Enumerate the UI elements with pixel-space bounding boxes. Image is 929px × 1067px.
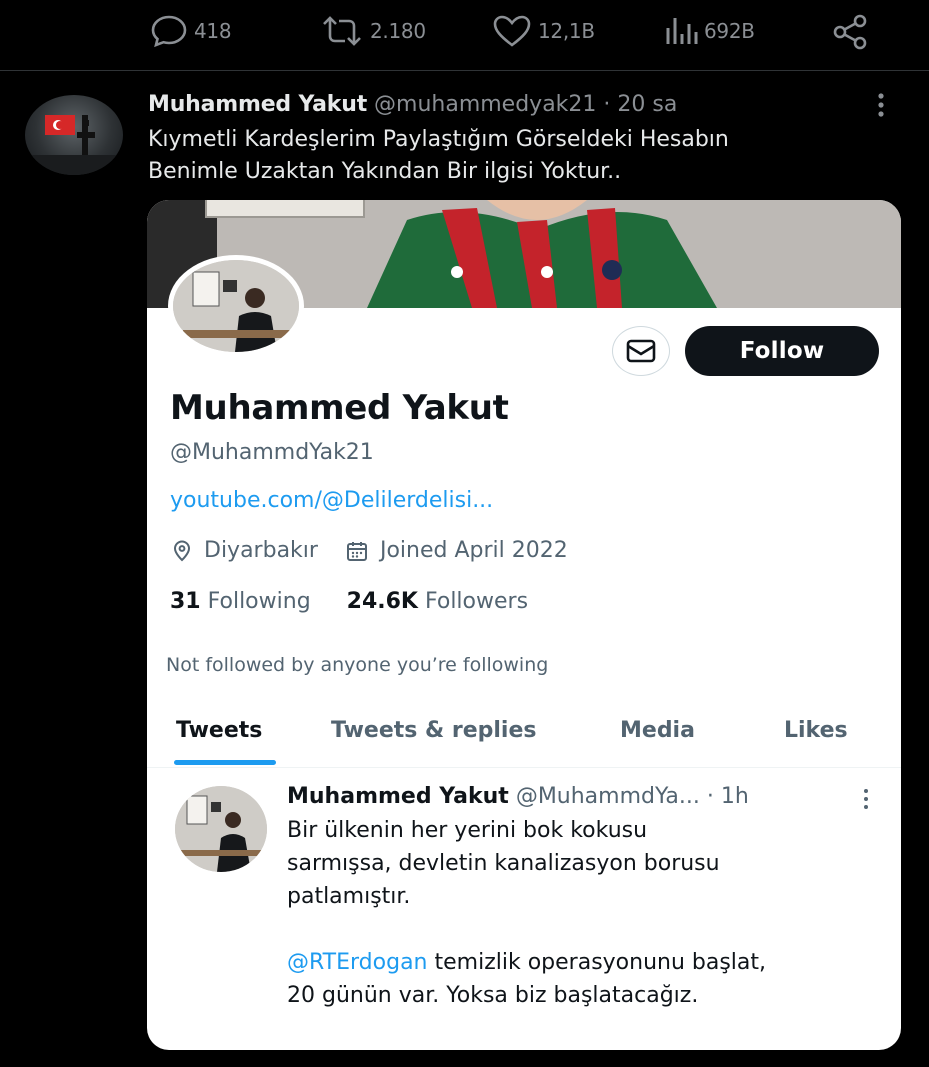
tweet-text-line: Bir ülkenin her yerini bok kokusu: [287, 818, 648, 843]
reply-button[interactable]: 418: [150, 14, 232, 48]
tweet-text: Kıymetli Kardeşlerim Paylaştığım Görseld…: [148, 124, 888, 188]
views-icon: [666, 18, 698, 44]
more-vertical-icon: [878, 93, 884, 117]
tweet-text-line: Kıymetli Kardeşlerim Paylaştığım Görseld…: [148, 127, 729, 152]
author-name[interactable]: Muhammed Yakut: [287, 784, 509, 809]
tweet-text-line: 20 günün var. Yoksa biz başlatacağız.: [287, 983, 699, 1008]
tweet-text-line: sarmışsa, devletin kanalizasyon borusu: [287, 851, 720, 876]
tweet-text-line: patlamıştır.: [287, 884, 411, 909]
calendar-icon: [346, 540, 368, 562]
tweet-text-line: @RTErdogan temizlik operasyonunu başlat,: [287, 946, 887, 979]
retweet-button[interactable]: 2.180: [320, 14, 426, 48]
share-icon: [833, 14, 867, 50]
tab-tweets[interactable]: Tweets: [176, 718, 262, 743]
tweet-time[interactable]: · 20 sa: [603, 92, 677, 117]
tweet-time[interactable]: · 1h: [707, 784, 749, 809]
author-handle[interactable]: @MuhammdYa...: [516, 784, 700, 809]
tab-media[interactable]: Media: [620, 718, 695, 743]
share-button[interactable]: [832, 14, 868, 50]
message-button[interactable]: [612, 326, 670, 376]
author-name[interactable]: Muhammed Yakut: [148, 92, 367, 117]
tab-tweets-replies[interactable]: Tweets & replies: [331, 718, 537, 743]
following-label: Following: [207, 589, 311, 614]
follow-button[interactable]: Follow: [685, 326, 879, 376]
more-options-button[interactable]: [872, 92, 890, 124]
location-pin-icon: [172, 540, 192, 562]
more-vertical-icon: [864, 789, 868, 809]
mention-link[interactable]: @RTErdogan: [287, 950, 428, 975]
profile-name: Muhammed Yakut: [170, 388, 509, 428]
author-handle[interactable]: @muhammedyak21: [374, 92, 596, 117]
like-count: 12,1B: [538, 19, 595, 43]
tweet-action-bar: 418 2.180 12,1B 692B: [0, 0, 929, 68]
divider: [0, 70, 929, 71]
profile-avatar[interactable]: [168, 255, 304, 357]
tweet-text-fragment: temizlik operasyonunu başlat,: [427, 950, 767, 975]
profile-handle: @MuhammdYak21: [170, 440, 374, 465]
inner-tweet-text: Bir ülkenin her yerini bok kokusu sarmış…: [287, 814, 887, 1012]
following-count: 31: [170, 589, 201, 614]
followers-label: Followers: [424, 589, 529, 614]
profile-counts: 31 Following 24.6K Followers: [170, 589, 528, 614]
reply-icon: [151, 15, 187, 48]
retweet-count: 2.180: [370, 19, 426, 43]
views-count: 692B: [704, 19, 755, 43]
tweet-header: Muhammed Yakut @muhammedyak21 · 20 sa: [148, 92, 677, 117]
avatar[interactable]: [175, 786, 267, 872]
not-followed-note: Not followed by anyone you’re following: [166, 654, 549, 676]
active-tab-indicator: [174, 760, 276, 765]
profile-location: Diyarbakır: [204, 538, 318, 563]
tweet-text-line: Benimle Uzaktan Yakından Bir ilgisi Yokt…: [148, 159, 622, 184]
profile-meta: Diyarbakır Joined April 2022: [172, 538, 568, 563]
inner-tweet-header: Muhammed Yakut @MuhammdYa... · 1h: [287, 784, 749, 809]
followers-count: 24.6K: [346, 589, 418, 614]
profile-tabs: Tweets Tweets & replies Media Likes: [147, 714, 901, 768]
tab-likes[interactable]: Likes: [784, 718, 848, 743]
heart-icon: [493, 15, 531, 47]
avatar[interactable]: [25, 95, 123, 175]
following-link[interactable]: 31 Following: [170, 589, 311, 614]
mail-icon: [626, 339, 656, 363]
reply-count: 418: [194, 19, 232, 43]
more-options-button[interactable]: [859, 788, 873, 814]
attached-image[interactable]: Follow Muhammed Yakut @MuhammdYak21 yout…: [147, 200, 901, 1050]
views-button[interactable]: 692B: [664, 14, 755, 48]
profile-joined: Joined April 2022: [379, 538, 568, 563]
like-button[interactable]: 12,1B: [492, 14, 595, 48]
retweet-icon: [323, 16, 361, 46]
profile-website-link[interactable]: youtube.com/@Delilerdelisi...: [170, 488, 493, 513]
followers-link[interactable]: 24.6K Followers: [347, 589, 528, 614]
